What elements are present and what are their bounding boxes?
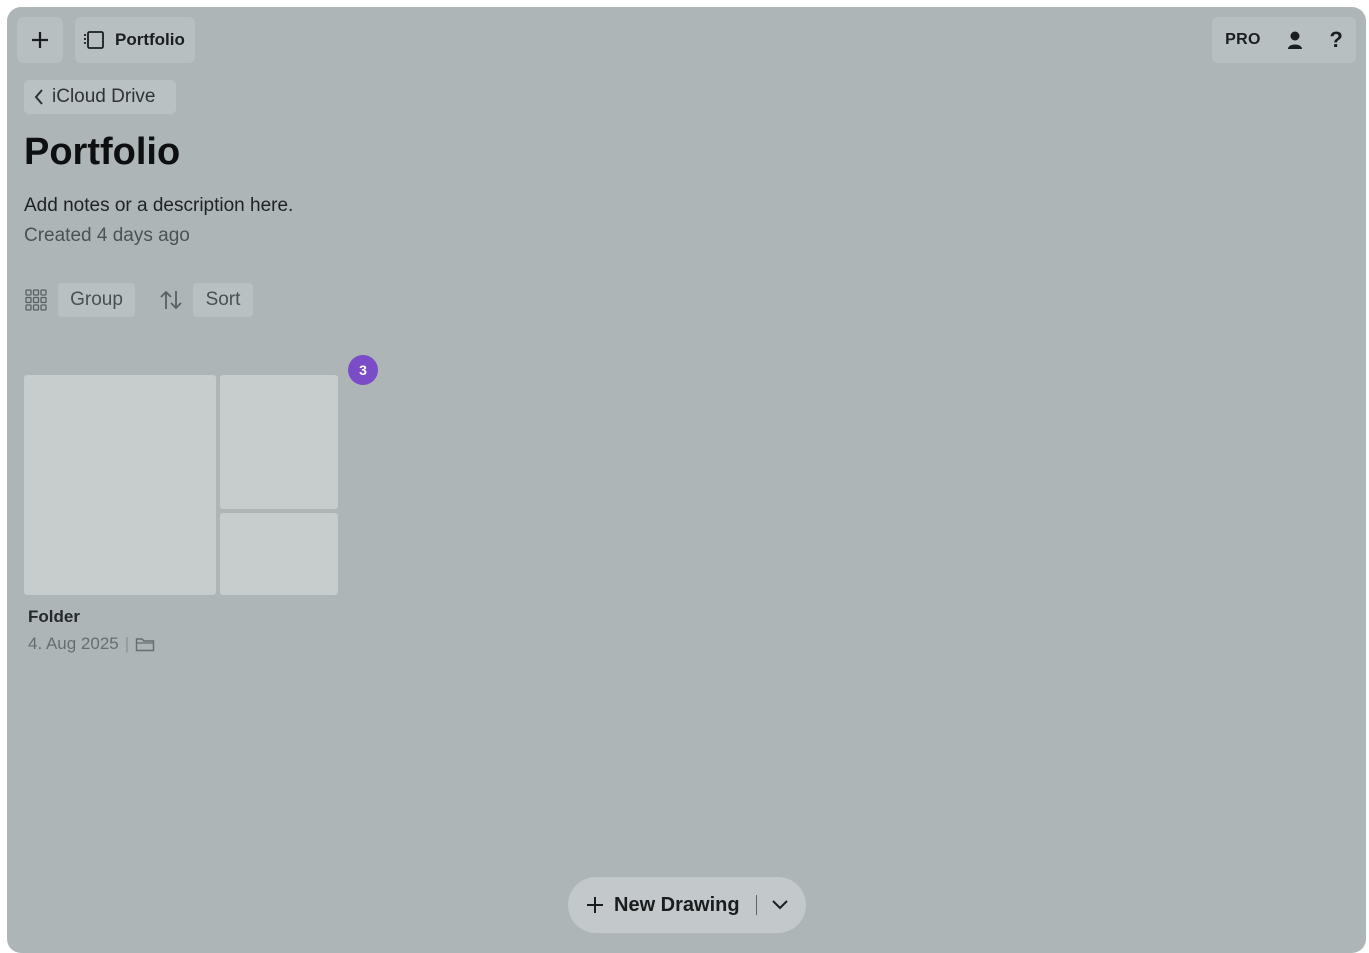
folder-menu-label: Portfolio [115,30,185,49]
created-date: Created 4 days ago [24,225,190,246]
folder-date: 4. Aug 2025 [28,634,119,653]
plus-icon [32,32,48,48]
page-title: Portfolio [24,131,181,173]
description-text[interactable]: Add notes or a description here. [24,195,293,217]
sort-arrows-icon[interactable] [158,288,184,312]
meta-divider: | [124,634,130,653]
folder-name[interactable]: Folder [28,607,80,627]
sort-button[interactable]: Sort [193,283,253,317]
folder-thumbnail-large[interactable] [24,375,216,595]
item-count-badge: 3 [348,355,378,385]
folder-meta: 4. Aug 2025 | [28,634,155,654]
folder-menu-button[interactable]: Portfolio [75,17,195,63]
back-label: iCloud Drive [52,86,156,107]
group-button[interactable]: Group [58,283,135,317]
new-drawing-options-button[interactable] [771,899,789,911]
folder-thumbnail-top[interactable] [220,375,338,509]
new-drawing-label: New Drawing [614,893,740,916]
new-drawing-divider [755,895,758,915]
account-button[interactable] [1287,30,1303,50]
new-drawing-button[interactable]: New Drawing [568,877,806,933]
add-button[interactable] [17,17,63,63]
chevron-down-icon [772,900,788,910]
grid-icon[interactable] [24,288,48,312]
app-window: Portfolio PRO ? iCloud Drive Portfolio A… [7,7,1366,953]
folder-icon [135,638,155,652]
back-button[interactable]: iCloud Drive [24,80,176,114]
help-button[interactable]: ? [1329,27,1342,53]
chevron-left-icon [34,89,43,105]
folder-thumbnail-bottom[interactable] [220,513,338,595]
top-right-toolbar: PRO ? [1212,17,1356,63]
person-icon [1288,31,1303,49]
sidebar-icon [84,31,104,49]
pro-button[interactable]: PRO [1225,31,1261,49]
plus-icon [587,897,603,913]
